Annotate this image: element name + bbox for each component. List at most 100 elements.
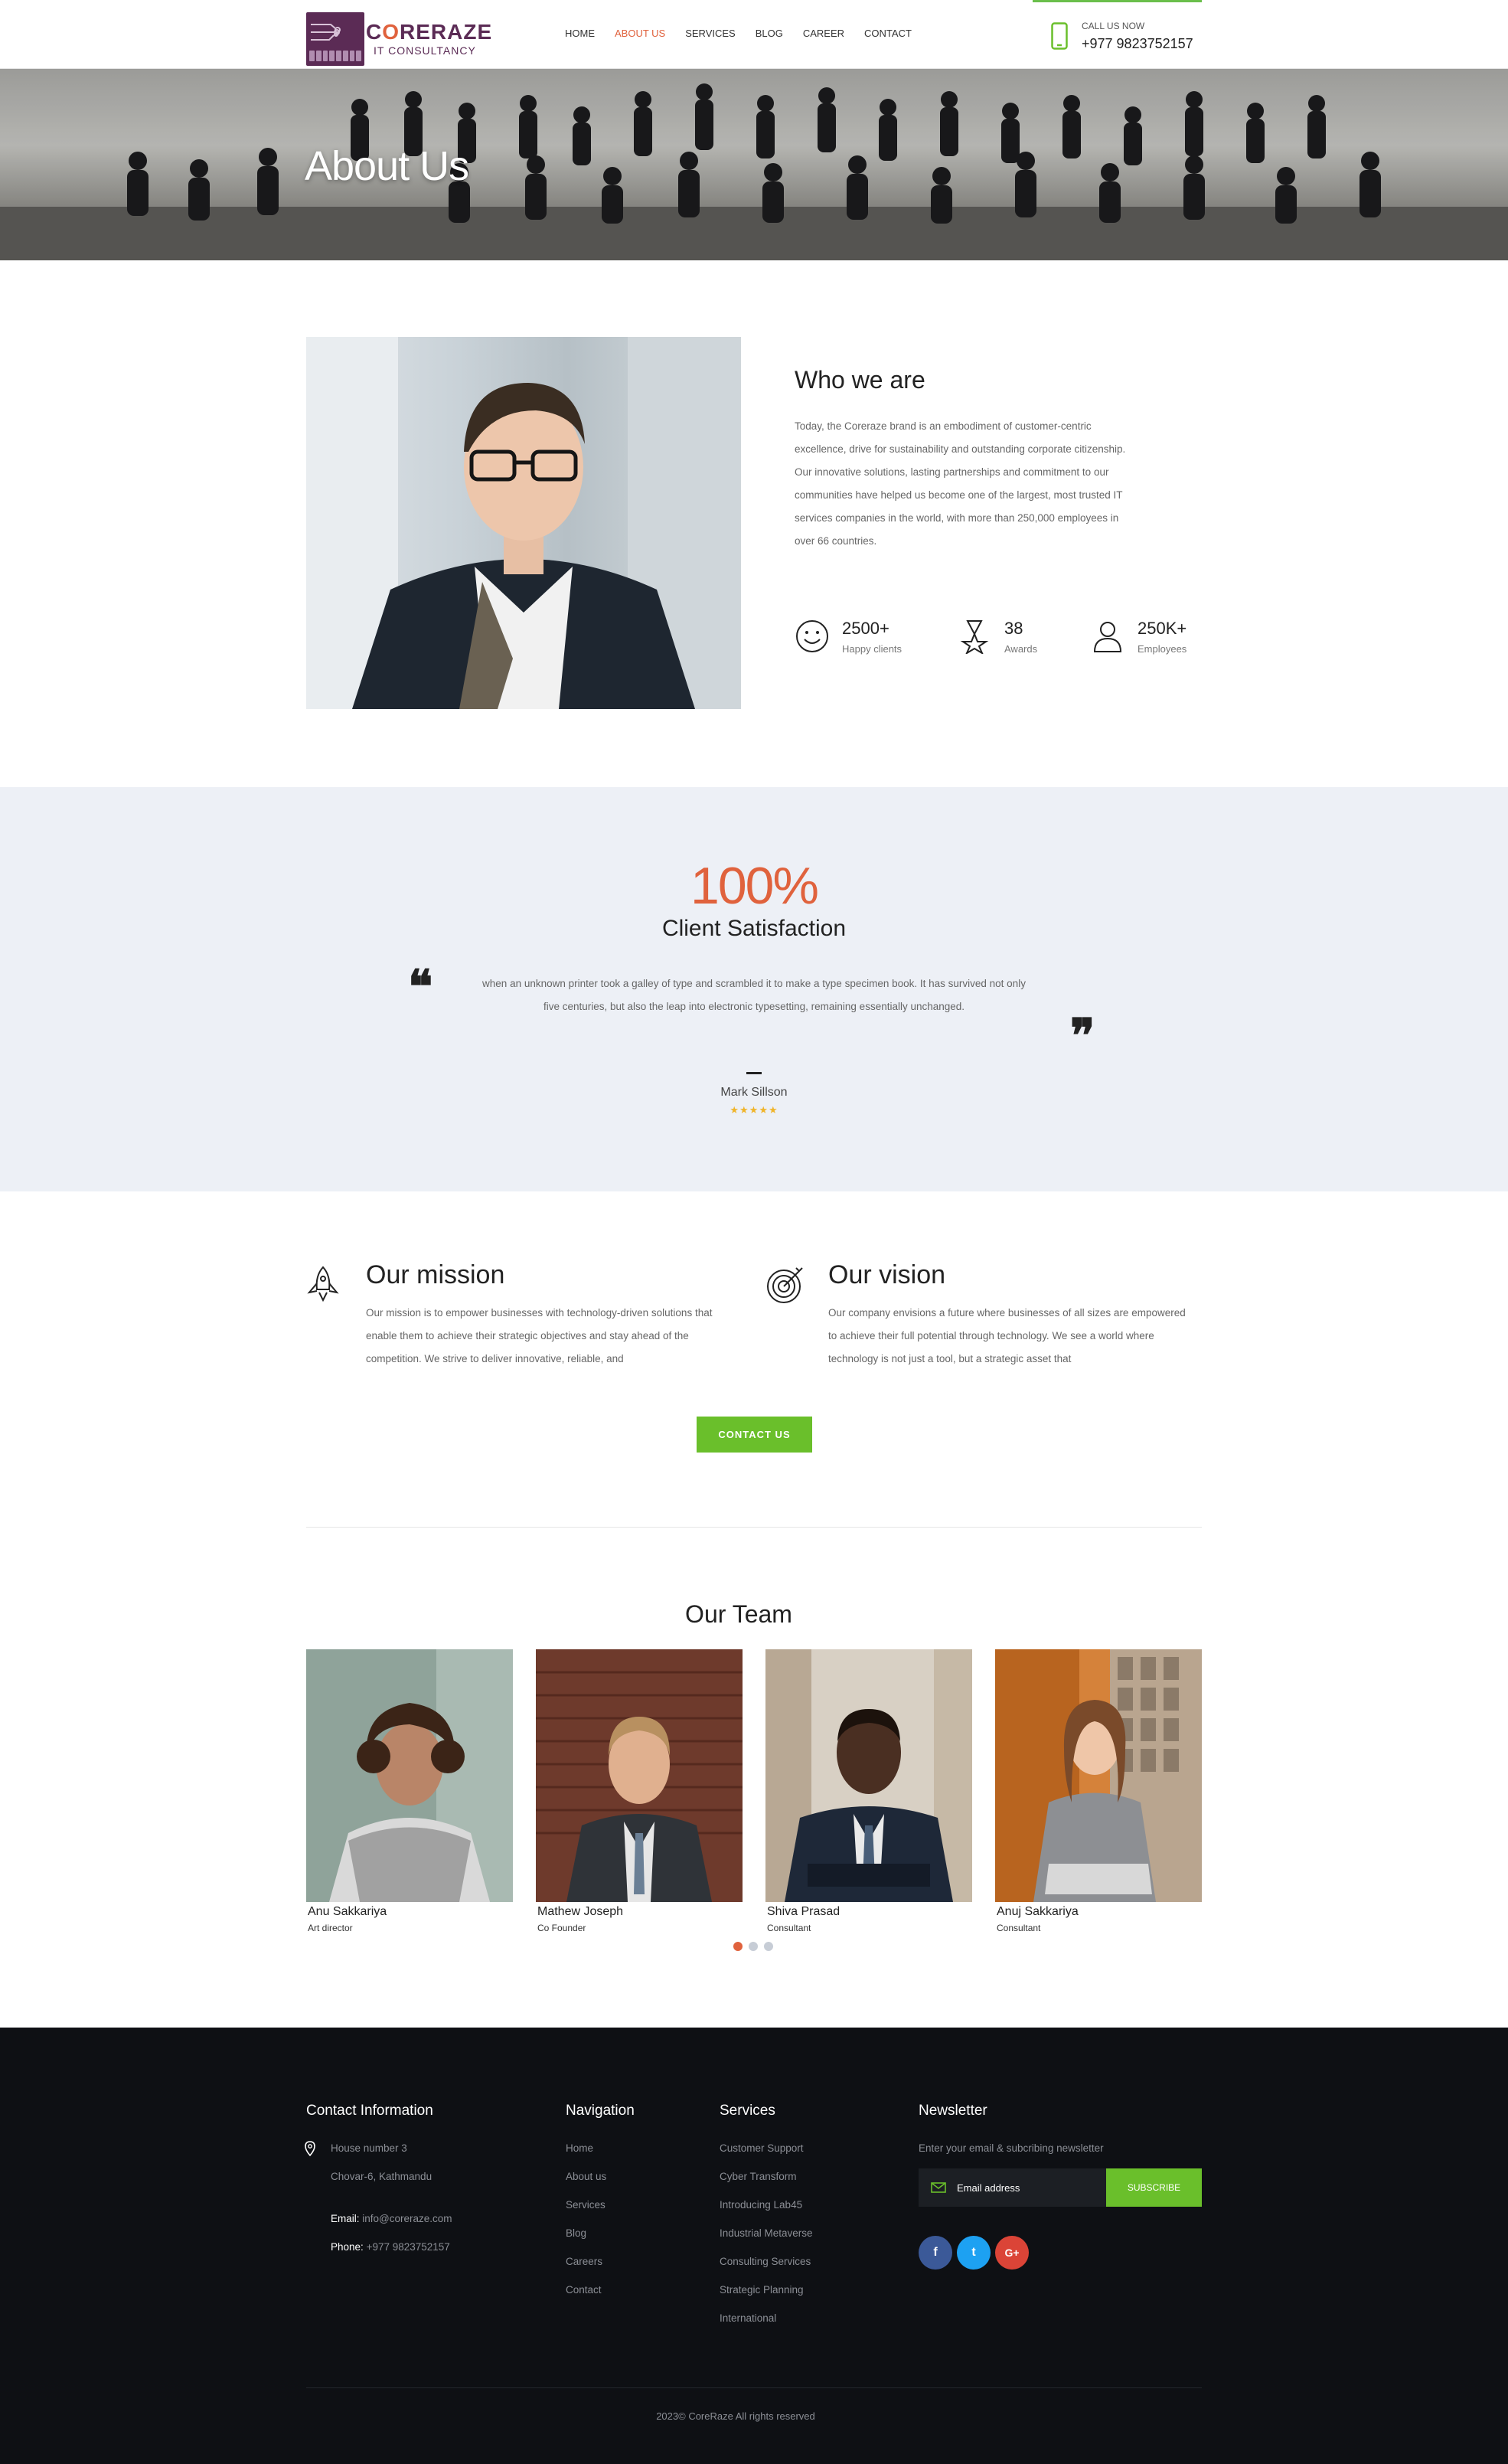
- location-pin-icon: [305, 2141, 315, 2156]
- quote-open-icon: ❝: [408, 960, 433, 1014]
- team-member-role: Consultant: [997, 1923, 1041, 1933]
- person-icon: [1093, 622, 1122, 652]
- team-member-photo: [536, 1649, 743, 1902]
- footer-service-link[interactable]: Consulting Services: [720, 2256, 811, 2267]
- divider-dash: [746, 1072, 762, 1074]
- nav-services[interactable]: SERVICES: [685, 28, 736, 39]
- footer-newsletter-heading: Newsletter: [919, 2103, 987, 2119]
- team-member-card[interactable]: Anu Sakkariya Art director: [306, 1649, 513, 1933]
- testimonial-quote: when an unknown printer took a galley of…: [482, 978, 1026, 1012]
- footer-service-link[interactable]: Cyber Transform: [720, 2171, 797, 2182]
- rating-stars: ★★★★★: [730, 1104, 778, 1116]
- team-member-photo: [306, 1649, 513, 1902]
- ceo-photo: [306, 337, 741, 709]
- subscribe-button[interactable]: SUBSCRIBE: [1106, 2168, 1202, 2207]
- footer-navigation-heading: Navigation: [566, 2103, 635, 2119]
- footer-nav-home[interactable]: Home: [566, 2142, 593, 2154]
- team-member-card[interactable]: Mathew Joseph Co Founder: [536, 1649, 743, 1933]
- footer-email[interactable]: info@coreraze.com: [362, 2213, 452, 2224]
- who-we-are-title: Who we are: [795, 366, 925, 394]
- hero-banner: About Us: [0, 69, 1508, 260]
- team-member-name: Mathew Joseph: [537, 1905, 624, 1918]
- team-member-name: Anu Sakkariya: [308, 1905, 387, 1918]
- twitter-icon[interactable]: t: [957, 2236, 991, 2270]
- testimonial-author: Mark Sillson: [720, 1086, 788, 1099]
- team-member-name: Anuj Sakkariya: [997, 1905, 1079, 1918]
- stat-value: 38: [1004, 619, 1023, 638]
- team-member-role: Consultant: [767, 1923, 811, 1933]
- stat-label: Awards: [1004, 643, 1038, 655]
- main-nav: HOME ABOUT US SERVICES BLOG CAREER CONTA…: [565, 28, 912, 39]
- footer-address-line2: Chovar-6, Kathmandu: [331, 2171, 432, 2182]
- site-header: CORERAZE IT CONSULTANCY HOME ABOUT US SE…: [0, 0, 1508, 69]
- satisfaction-percent: 100%: [690, 857, 819, 915]
- rocket-icon: [307, 1266, 339, 1302]
- footer-nav-blog[interactable]: Blog: [566, 2227, 586, 2239]
- footer-service-link[interactable]: Introducing Lab45: [720, 2199, 802, 2211]
- team-member-card[interactable]: Shiva Prasad Consultant: [765, 1649, 972, 1933]
- nav-home[interactable]: HOME: [565, 28, 595, 39]
- copyright-text: 2023© CoreRaze All rights reserved: [656, 2410, 815, 2422]
- award-icon: [960, 620, 989, 654]
- carousel-dot-1[interactable]: [733, 1942, 743, 1951]
- footer-nav-services[interactable]: Services: [566, 2199, 605, 2211]
- vision-title: Our vision: [828, 1260, 946, 1289]
- footer-service-link[interactable]: Strategic Planning: [720, 2284, 804, 2296]
- brand-name-text: CORERAZE: [366, 20, 493, 44]
- footer-address-line1: House number 3: [331, 2142, 407, 2154]
- stat-label: Happy clients: [842, 643, 903, 655]
- footer-services-heading: Services: [720, 2103, 775, 2119]
- who-we-are-text: Today, the Coreraze brand is an embodime…: [795, 420, 1126, 547]
- footer-phone-label: Phone:: [331, 2241, 364, 2253]
- section-divider: [306, 1527, 1202, 1528]
- call-number[interactable]: +977 9823752157: [1082, 36, 1193, 52]
- brand-subtitle: IT CONSULTANCY: [374, 44, 476, 57]
- satisfaction-label: Client Satisfaction: [661, 916, 847, 941]
- vision-text: Our company envisions a future where bus…: [828, 1307, 1186, 1364]
- footer-email-row: Email: info@coreraze.com: [331, 2213, 452, 2224]
- footer-phone[interactable]: +977 9823752157: [367, 2241, 450, 2253]
- footer-contact-heading: Contact Information: [306, 2103, 433, 2119]
- call-us-box[interactable]: CALL US NOW +977 9823752157: [1033, 0, 1202, 69]
- page-title: About Us: [305, 143, 469, 189]
- brand-name[interactable]: CORERAZE: [366, 20, 492, 44]
- footer-nav-careers[interactable]: Careers: [566, 2256, 602, 2267]
- facebook-icon[interactable]: f: [919, 2236, 952, 2270]
- team-member-role: Co Founder: [537, 1923, 586, 1933]
- footer-service-link[interactable]: Customer Support: [720, 2142, 804, 2154]
- newsletter-text: Enter your email & subcribing newsletter: [919, 2142, 1104, 2154]
- quote-close-icon: ❞: [1070, 1009, 1095, 1063]
- footer-nav-contact[interactable]: Contact: [566, 2284, 602, 2296]
- team-member-role: Art director: [308, 1923, 353, 1933]
- logo-icon[interactable]: [306, 12, 364, 66]
- footer-nav-about-us[interactable]: About us: [566, 2171, 606, 2182]
- target-icon: [767, 1267, 803, 1303]
- nav-career[interactable]: CAREER: [803, 28, 844, 39]
- nav-about-us[interactable]: ABOUT US: [615, 28, 665, 39]
- nav-contact[interactable]: CONTACT: [864, 28, 912, 39]
- team-member-photo: [765, 1649, 972, 1902]
- team-title: Our Team: [685, 1600, 792, 1628]
- carousel-dot-2[interactable]: [749, 1942, 758, 1951]
- contact-us-button[interactable]: CONTACT US: [697, 1417, 812, 1453]
- site-footer: Contact Information House number 3 Chova…: [0, 2028, 1508, 2464]
- mission-title: Our mission: [366, 1260, 505, 1289]
- google-plus-icon[interactable]: G+: [995, 2236, 1029, 2270]
- team-member-card[interactable]: Anuj Sakkariya Consultant: [995, 1649, 1202, 1933]
- footer-email-label: Email:: [331, 2213, 360, 2224]
- footer-service-link[interactable]: International: [720, 2312, 776, 2324]
- newsletter-email-input[interactable]: [919, 2168, 1106, 2207]
- testimonial-section: 100% Client Satisfaction ❝ when an unkno…: [0, 787, 1508, 1191]
- carousel-dot-3[interactable]: [764, 1942, 773, 1951]
- stat-value: 2500+: [842, 619, 889, 638]
- mobile-phone-icon: [1051, 22, 1068, 50]
- footer-service-link[interactable]: Industrial Metaverse: [720, 2227, 813, 2239]
- mail-icon: [931, 2182, 946, 2193]
- stat-value: 250K+: [1138, 619, 1187, 638]
- footer-phone-row: Phone: +977 9823752157: [331, 2241, 450, 2253]
- team-member-photo: [995, 1649, 1202, 1902]
- smiley-icon: [796, 620, 828, 652]
- carousel-dots: [733, 1942, 773, 1951]
- nav-blog[interactable]: BLOG: [756, 28, 783, 39]
- team-member-name: Shiva Prasad: [767, 1905, 840, 1918]
